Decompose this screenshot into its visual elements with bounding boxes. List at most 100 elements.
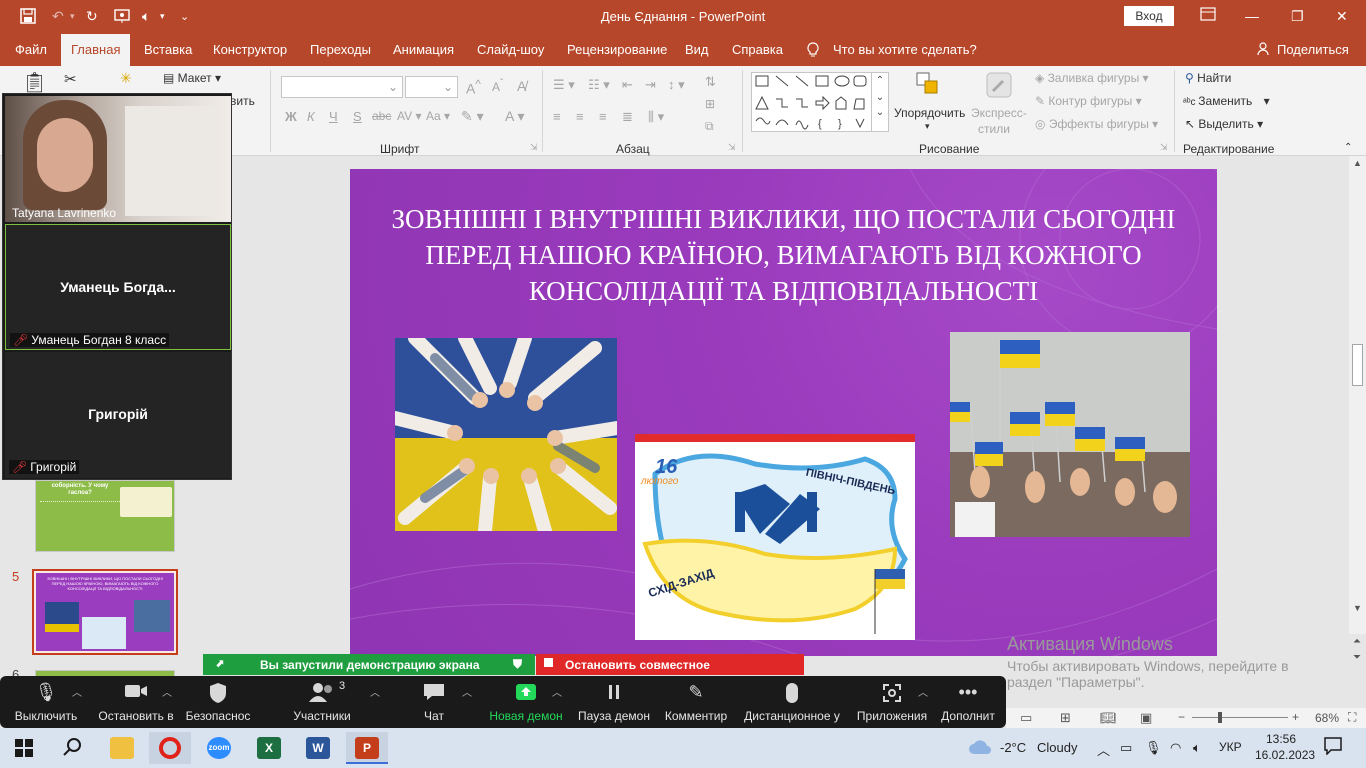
clock-date[interactable]: 16.02.2023 [1255,748,1315,762]
search-icon[interactable] [63,737,83,760]
excel-taskbar-app[interactable]: X [248,732,290,764]
numbering-icon[interactable]: ☷ ▾ [588,77,610,93]
zoom-participants-panel[interactable]: Tatyana Lavrinenko Уманець Богда... 🎤︎ Ум… [2,93,232,480]
zoom-slider[interactable] [1192,717,1288,718]
ribbon-display-icon[interactable] [1200,6,1216,25]
battery-icon[interactable]: ▭ [1120,740,1132,756]
tab-slideshow[interactable]: Слайд-шоу [477,42,544,57]
slide-canvas[interactable]: Зовнішні і внутрішні виклики, що постали… [350,169,1217,656]
chevron-up-icon[interactable]: ︿ [162,684,172,699]
tab-animations[interactable]: Анимация [393,42,454,57]
file-explorer-taskbar-app[interactable] [101,732,143,764]
bullets-icon[interactable]: ☰ ▾ [553,77,575,93]
clock-time[interactable]: 13:56 [1266,732,1296,746]
windows-start-icon[interactable] [15,739,33,760]
weather-temp[interactable]: -2°C [1000,740,1026,755]
font-name-combo[interactable]: ⌄ [281,76,403,98]
underline-button[interactable]: Ч [329,109,338,124]
slide-sorter-icon[interactable]: ⊞ [1060,710,1071,726]
quick-styles-icon[interactable] [985,71,1015,104]
replace-button[interactable]: ᵃᵇc Заменить ▾ [1183,94,1270,108]
align-left-icon[interactable]: ≡ [553,109,561,124]
grow-font-icon[interactable]: A^ [466,78,481,97]
chevron-up-icon[interactable]: ︿ [552,684,562,699]
mute-button[interactable]: 🎙︎ ︿ Выключить [8,676,84,728]
decrease-indent-icon[interactable]: ⇤ [622,77,633,93]
font-dialog-launcher-icon[interactable]: ⇲ [530,142,538,153]
shape-outline-button[interactable]: ✎ Контур фигуры ▾ [1035,94,1142,108]
vertical-scrollbar[interactable]: ▲ ▼ [1349,156,1366,634]
participant-tile-bohdan[interactable]: Уманець Богда... 🎤︎ Уманець Богдан 8 клас… [5,224,231,350]
word-taskbar-app[interactable]: W [297,732,339,764]
justify-icon[interactable]: ≣ [622,109,633,125]
scrollbar-thumb[interactable] [1352,344,1363,386]
annotate-button[interactable]: ✎ Комментир [660,676,732,728]
char-spacing-icon[interactable]: AV ▾ [397,109,421,123]
text-direction-icon[interactable]: ⇅ [705,74,716,90]
tab-file[interactable]: Файл [15,42,47,57]
tray-chevron-up-icon[interactable]: ︿ [1097,740,1110,759]
chevron-up-icon[interactable]: ︿ [918,684,928,699]
tray-microphone-icon[interactable]: 🎙︎ [1145,740,1162,756]
input-language[interactable]: УКР [1219,740,1242,754]
chevron-up-icon[interactable]: ︿ [72,684,82,699]
clear-format-icon[interactable]: A̸ [517,78,526,94]
shape-fill-button[interactable]: ◈ Заливка фигуры ▾ [1035,71,1149,85]
font-color-icon[interactable]: A ▾ [505,108,524,125]
participant-video-tatyana[interactable]: Tatyana Lavrinenko [5,96,231,222]
new-share-button[interactable]: ︿ Новая демон [486,676,566,728]
volume-icon[interactable]: 🔈︎ [1193,740,1201,756]
security-button[interactable]: Безопаснос [182,676,254,728]
more-button[interactable]: ••• Дополнит [936,676,1000,728]
participants-button[interactable]: 3 ︿ Участники [284,676,380,728]
align-right-icon[interactable]: ≡ [599,109,607,124]
maximize-icon[interactable]: ❐ [1291,8,1304,25]
chat-button[interactable]: ︿ Чат [410,676,472,728]
increase-indent-icon[interactable]: ⇥ [645,77,656,93]
align-center-icon[interactable]: ≡ [576,109,584,124]
zoom-in-icon[interactable]: + [1292,710,1299,724]
shadow-button[interactable]: S [353,109,362,124]
pause-share-button[interactable]: Пауза демон [574,676,654,728]
arrange-icon[interactable] [915,71,941,103]
line-spacing-icon[interactable]: ↕ ▾ [668,77,685,93]
stop-share-button[interactable]: Остановить совместное использование [536,654,804,686]
bold-button[interactable]: Ж [285,109,297,124]
stop-video-button[interactable]: ︿ Остановить в [92,676,180,728]
cut-icon[interactable]: ✂ [64,70,77,88]
tell-me-search[interactable]: Что вы хотите сделать? [833,42,977,57]
share-person-icon[interactable] [1257,42,1271,59]
tab-help[interactable]: Справка [732,42,783,57]
weather-desc[interactable]: Cloudy [1037,740,1077,755]
paste-icon[interactable]: 📋︎ [22,70,47,95]
new-slide-icon[interactable]: ✳ [120,70,132,87]
drawing-dialog-launcher-icon[interactable]: ⇲ [1160,142,1168,153]
layout-dropdown[interactable]: ▤ Макет ▾ [163,71,221,85]
zoom-level[interactable]: 68% [1315,711,1339,725]
minimize-icon[interactable]: — [1245,8,1259,24]
change-case-icon[interactable]: Aa ▾ [426,109,450,123]
next-slide-icon[interactable]: ⏷ [1353,652,1361,663]
tab-design[interactable]: Конструктор [213,42,287,57]
reading-view-icon[interactable]: 📖︎ [1100,710,1117,726]
screen-share-status-bar[interactable]: ⬈ Вы запустили демонстрацию экрана ⛊ [203,654,535,675]
notifications-icon[interactable] [1324,737,1342,758]
collapse-ribbon-icon[interactable]: ⌃ [1344,142,1352,153]
quick-styles-label[interactable]: Экспресс- [971,106,1027,120]
quick-styles-label-2[interactable]: стили [978,122,1010,136]
slide-thumbnail-4[interactable]: соборність. У чому гаслоа? [35,480,175,552]
unity-day-poster[interactable]: 16 лютого ПІВНІЧ-ПІВДЕНЬ СХІД-ЗАХІД [635,434,915,640]
close-icon[interactable]: ✕ [1336,8,1348,25]
opera-taskbar-app[interactable] [149,732,191,764]
strikethrough-icon[interactable]: abc [372,109,391,123]
italic-button[interactable]: К [307,109,315,124]
find-button[interactable]: ⚲ Найти [1185,71,1231,85]
zoom-slider-thumb[interactable] [1218,712,1222,723]
tab-review[interactable]: Рецензирование [567,42,667,57]
tab-insert[interactable]: Вставка [144,42,192,57]
powerpoint-taskbar-app[interactable]: P [346,732,388,764]
shapes-gallery-scroll[interactable]: ⌃ ⌄ ⌄ [871,72,889,132]
share-button[interactable]: Поделиться [1277,42,1349,57]
remote-control-button[interactable]: Дистанционное у [740,676,844,728]
hands-flag-photo[interactable] [395,338,617,531]
